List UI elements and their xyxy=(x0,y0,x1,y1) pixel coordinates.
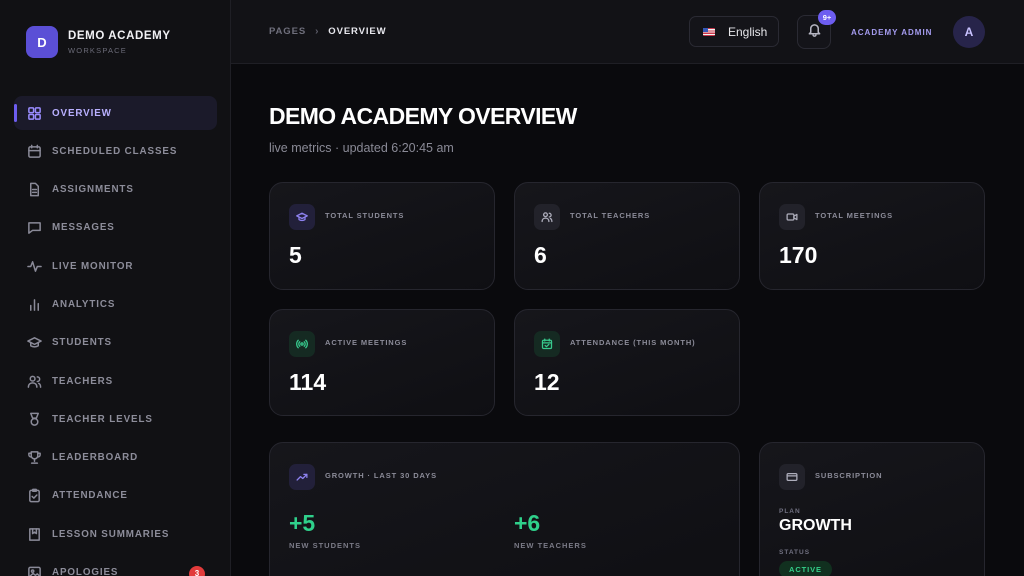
book-icon xyxy=(26,526,42,542)
sidebar-item-label: ANALYTICS xyxy=(52,298,116,310)
stat-card-attendance: ATTENDANCE (THIS MONTH) 12 xyxy=(514,309,740,416)
sidebar-item-teacher-levels[interactable]: TEACHER LEVELS xyxy=(14,402,217,436)
notifications-badge: 9+ xyxy=(818,10,836,25)
trending-up-icon xyxy=(289,464,315,490)
grid-icon xyxy=(26,105,42,121)
sidebar-item-label: MESSAGES xyxy=(52,222,115,234)
sidebar-item-label: STUDENTS xyxy=(52,337,112,349)
plan-label: PLAN xyxy=(779,508,801,515)
growth-card: GROWTH · LAST 30 DAYS +5 NEW STUDENTS +6… xyxy=(269,442,740,576)
users-icon xyxy=(534,204,560,230)
sidebar-item-label: TEACHERS xyxy=(52,375,114,387)
calendar-check-icon xyxy=(534,331,560,357)
graduation-cap-icon xyxy=(26,335,42,351)
apologies-count-badge: 3 xyxy=(189,565,205,576)
sidebar-item-label: APOLOGIES xyxy=(52,567,119,576)
sidebar-item-label: SCHEDULED CLASSES xyxy=(52,145,178,157)
breadcrumb-current: OVERVIEW xyxy=(328,26,387,37)
sidebar-item-leaderboard[interactable]: LEADERBOARD xyxy=(14,441,217,475)
new-students-label: NEW STUDENTS xyxy=(289,541,361,550)
stat-label: TOTAL MEETINGS xyxy=(815,211,894,220)
page-subtitle: live metrics · updated 6:20:45 am xyxy=(269,141,454,155)
bell-icon xyxy=(807,22,822,42)
new-teachers-value: +6 xyxy=(514,510,541,536)
growth-title: GROWTH · LAST 30 DAYS xyxy=(325,471,437,480)
sidebar-item-label: TEACHER LEVELS xyxy=(52,413,153,425)
sidebar-item-label: ASSIGNMENTS xyxy=(52,184,134,196)
stat-label: ATTENDANCE (THIS MONTH) xyxy=(570,338,696,347)
sidebar-item-attendance[interactable]: ATTENDANCE xyxy=(14,479,217,513)
stat-card-total-meetings: TOTAL MEETINGS 170 xyxy=(759,182,985,290)
sidebar-item-label: LEADERBOARD xyxy=(52,452,139,464)
sidebar-item-teachers[interactable]: TEACHERS xyxy=(14,364,217,398)
stat-value: 12 xyxy=(534,369,560,395)
breadcrumb: PAGES › OVERVIEW xyxy=(269,26,387,37)
sidebar-item-messages[interactable]: MESSAGES xyxy=(14,211,217,245)
pulse-icon xyxy=(26,258,42,274)
sidebar-nav: OVERVIEW SCHEDULED CLASSES ASSIGNMENTS M… xyxy=(14,96,217,576)
sidebar-item-apologies[interactable]: APOLOGIES 3 xyxy=(14,556,217,576)
clipboard-check-icon xyxy=(26,488,42,504)
brand-subtitle: WORKSPACE xyxy=(68,45,128,55)
chevron-right-icon: › xyxy=(315,26,320,37)
stat-value: 5 xyxy=(289,242,302,268)
user-name[interactable]: ACADEMY ADMIN xyxy=(851,28,932,37)
stat-label: ACTIVE MEETINGS xyxy=(325,338,408,347)
subscription-title: SUBSCRIPTION xyxy=(815,471,883,480)
status-label: STATUS xyxy=(779,549,811,556)
sidebar-item-label: LESSON SUMMARIES xyxy=(52,528,170,540)
stat-value: 114 xyxy=(289,369,327,395)
stat-card-active-meetings: ACTIVE MEETINGS 114 xyxy=(269,309,495,416)
us-flag-icon xyxy=(703,27,715,36)
subscription-card: SUBSCRIPTION PLAN GROWTH STATUS ACTIVE xyxy=(759,442,985,576)
medal-icon xyxy=(26,411,42,427)
stat-label: TOTAL TEACHERS xyxy=(570,211,651,220)
stat-value: 6 xyxy=(534,242,547,268)
graduation-cap-icon xyxy=(289,204,315,230)
page-title: DEMO ACADEMY OVERVIEW xyxy=(269,103,577,129)
sidebar: D DEMO ACADEMY WORKSPACE OVERVIEW SCHEDU… xyxy=(0,0,231,576)
sidebar-item-overview[interactable]: OVERVIEW xyxy=(14,96,217,130)
avatar[interactable]: A xyxy=(953,16,985,48)
video-icon xyxy=(779,204,805,230)
trophy-icon xyxy=(26,450,42,466)
bar-chart-icon xyxy=(26,296,42,312)
sidebar-item-label: ATTENDANCE xyxy=(52,490,128,502)
stat-card-total-teachers: TOTAL TEACHERS 6 xyxy=(514,182,740,290)
chat-icon xyxy=(26,220,42,236)
brand-text: DEMO ACADEMY WORKSPACE xyxy=(68,30,171,55)
sidebar-item-lesson-summaries[interactable]: LESSON SUMMARIES xyxy=(14,517,217,551)
calendar-icon xyxy=(26,143,42,159)
broadcast-icon xyxy=(289,331,315,357)
credit-card-icon xyxy=(779,464,805,490)
sidebar-item-analytics[interactable]: ANALYTICS xyxy=(14,287,217,321)
brand-name: DEMO ACADEMY xyxy=(68,29,171,42)
sidebar-item-live-monitor[interactable]: LIVE MONITOR xyxy=(14,249,217,283)
sidebar-item-label: OVERVIEW xyxy=(52,107,112,119)
brand[interactable]: D DEMO ACADEMY WORKSPACE xyxy=(26,26,171,58)
sidebar-item-scheduled-classes[interactable]: SCHEDULED CLASSES xyxy=(14,134,217,168)
top-bar: PAGES › OVERVIEW English 9+ ACADEMY ADMI… xyxy=(231,0,1024,64)
sidebar-item-students[interactable]: STUDENTS xyxy=(14,326,217,360)
document-icon xyxy=(26,182,42,198)
language-label: English xyxy=(728,24,768,39)
status-badge: ACTIVE xyxy=(779,561,832,576)
users-icon xyxy=(26,373,42,389)
stat-card-total-students: TOTAL STUDENTS 5 xyxy=(269,182,495,290)
new-teachers-label: NEW TEACHERS xyxy=(514,541,587,550)
new-students-value: +5 xyxy=(289,510,316,536)
sidebar-item-assignments[interactable]: ASSIGNMENTS xyxy=(14,173,217,207)
stat-value: 170 xyxy=(779,242,818,268)
sidebar-item-label: LIVE MONITOR xyxy=(52,260,134,272)
language-selector[interactable]: English xyxy=(689,16,779,47)
stat-label: TOTAL STUDENTS xyxy=(325,211,405,220)
brand-logo: D xyxy=(26,26,58,58)
plan-value: GROWTH xyxy=(779,517,852,534)
breadcrumb-pages-link[interactable]: PAGES xyxy=(269,26,306,37)
image-icon xyxy=(26,565,42,576)
